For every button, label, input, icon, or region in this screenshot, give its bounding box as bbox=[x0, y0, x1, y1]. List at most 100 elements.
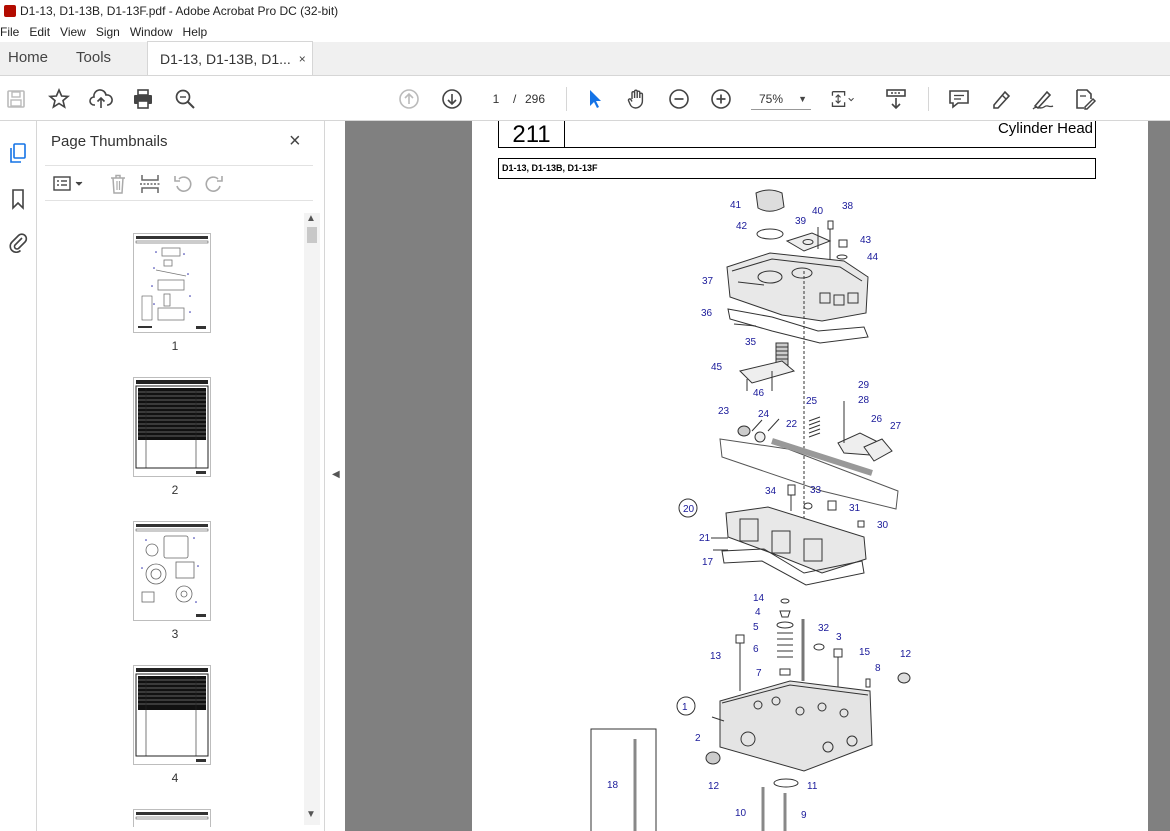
section-number: 211 bbox=[499, 121, 565, 148]
part-callout-number: 24 bbox=[758, 409, 770, 420]
sign-icon[interactable] bbox=[1030, 86, 1056, 112]
tab-document[interactable]: D1-13, D1-13B, D1... × bbox=[147, 41, 313, 75]
page-thumbnail[interactable] bbox=[133, 521, 211, 621]
part-callout-number: 21 bbox=[699, 533, 711, 544]
page-fit-icon[interactable] bbox=[830, 86, 856, 112]
upload-cloud-icon[interactable] bbox=[88, 86, 114, 112]
part-callout-number: 23 bbox=[718, 406, 730, 417]
part-callout-number: 6 bbox=[753, 644, 759, 655]
part-callout-number: 41 bbox=[730, 200, 742, 211]
thumbnail-toolbar bbox=[45, 165, 313, 201]
part-callout-number: 33 bbox=[810, 485, 822, 496]
collapse-panel-icon[interactable]: ◀ bbox=[332, 469, 340, 480]
select-arrow-icon[interactable] bbox=[582, 86, 608, 112]
tab-document-label: D1-13, D1-13B, D1... bbox=[160, 50, 291, 67]
part-callout-number: 34 bbox=[765, 486, 777, 497]
menu-file[interactable]: File bbox=[0, 25, 24, 39]
zoom-out-icon[interactable] bbox=[666, 86, 692, 112]
page-header: 211 Cylinder Head bbox=[498, 121, 1096, 148]
close-panel-icon[interactable]: × bbox=[289, 130, 301, 153]
menu-edit[interactable]: Edit bbox=[24, 25, 55, 39]
rotate-left-icon[interactable] bbox=[171, 172, 195, 196]
scroll-up-icon[interactable]: ▲ bbox=[306, 213, 316, 224]
edit-pdf-icon[interactable] bbox=[1072, 86, 1098, 112]
part-callout-number: 12 bbox=[708, 781, 720, 792]
model-list: D1-13, D1-13B, D1-13F bbox=[498, 158, 1096, 179]
pdf-page: 211 Cylinder Head D1-13, D1-13B, D1-13F bbox=[472, 121, 1148, 831]
part-callout-number: 20 bbox=[683, 504, 695, 515]
cylinder-head-diagram: 41 42 39 40 38 43 44 37 36 35 45 46 29 2… bbox=[590, 189, 912, 831]
part-callout-number: 9 bbox=[801, 810, 807, 821]
tab-tools[interactable]: Tools bbox=[62, 41, 147, 75]
part-callout-number: 22 bbox=[786, 419, 798, 430]
hand-icon[interactable] bbox=[624, 86, 650, 112]
page-thumbnail[interactable] bbox=[133, 665, 211, 765]
part-callout-number: 17 bbox=[702, 557, 714, 568]
menu-view[interactable]: View bbox=[55, 25, 91, 39]
delete-page-icon[interactable] bbox=[106, 172, 130, 196]
insert-page-icon[interactable] bbox=[138, 172, 162, 196]
tab-home[interactable]: Home bbox=[0, 41, 62, 75]
toolbar-divider bbox=[928, 87, 929, 111]
scroll-down-icon[interactable]: ▼ bbox=[306, 809, 316, 820]
bookmark-star-icon[interactable] bbox=[46, 86, 72, 112]
thumbnail-page-number: 3 bbox=[171, 627, 179, 641]
print-icon[interactable] bbox=[130, 86, 156, 112]
menu-sign[interactable]: Sign bbox=[91, 25, 125, 39]
close-tab-icon[interactable]: × bbox=[299, 52, 306, 66]
menu-help[interactable]: Help bbox=[178, 25, 213, 39]
panel-title: Page Thumbnails bbox=[51, 133, 168, 150]
scrollbar-thumb[interactable] bbox=[307, 227, 317, 243]
page-thumbnails-icon[interactable] bbox=[5, 140, 31, 166]
part-callout-number: 15 bbox=[859, 647, 871, 658]
document-view[interactable]: 211 Cylinder Head D1-13, D1-13B, D1-13F bbox=[345, 121, 1170, 831]
menu-window[interactable]: Window bbox=[125, 25, 178, 39]
thumbnail-scrollbar[interactable]: ▲ ▼ bbox=[304, 213, 320, 825]
zoom-level-select[interactable]: 75% ▼ bbox=[751, 88, 811, 110]
save-icon[interactable] bbox=[3, 86, 29, 112]
scroll-mode-icon[interactable] bbox=[883, 86, 909, 112]
part-callout-number: 10 bbox=[735, 808, 747, 819]
highlight-icon[interactable] bbox=[988, 86, 1014, 112]
page-thumbnails-panel: Page Thumbnails × 1 2 3 4 ▲ ▼ bbox=[37, 121, 325, 831]
attachments-icon[interactable] bbox=[5, 229, 31, 255]
part-callout-number: 25 bbox=[806, 396, 818, 407]
title-bar: D1-13, D1-13B, D1-13F.pdf - Adobe Acroba… bbox=[0, 0, 1170, 22]
part-callout-number: 39 bbox=[795, 216, 807, 227]
page-thumbnail[interactable] bbox=[133, 377, 211, 477]
comment-icon[interactable] bbox=[946, 86, 972, 112]
main-toolbar: 1 / 296 75% ▼ bbox=[0, 77, 1170, 121]
menu-bar: File Edit View Sign Window Help bbox=[0, 22, 1170, 42]
search-zoom-icon[interactable] bbox=[172, 86, 198, 112]
part-callout-number: 18 bbox=[607, 780, 619, 791]
thumbnail-page-number: 2 bbox=[171, 483, 179, 497]
part-callout-number: 36 bbox=[701, 308, 713, 319]
part-callout-number: 29 bbox=[858, 380, 870, 391]
bookmarks-icon[interactable] bbox=[5, 186, 31, 212]
part-callout-number: 30 bbox=[877, 520, 889, 531]
zoom-in-icon[interactable] bbox=[708, 86, 734, 112]
thumbnail-page-number: 4 bbox=[171, 771, 179, 785]
total-pages: 296 bbox=[525, 92, 546, 106]
section-title: Cylinder Head bbox=[997, 121, 1093, 137]
page-thumbnail[interactable] bbox=[133, 233, 211, 333]
chevron-down-icon: ▼ bbox=[798, 94, 807, 104]
part-callout-number: 28 bbox=[858, 395, 870, 406]
current-page-input[interactable]: 1 bbox=[481, 88, 511, 110]
part-callout-number: 13 bbox=[710, 651, 722, 662]
window-title: D1-13, D1-13B, D1-13F.pdf - Adobe Acroba… bbox=[20, 4, 339, 18]
page-up-icon[interactable] bbox=[396, 86, 422, 112]
page-down-icon[interactable] bbox=[439, 86, 465, 112]
rotate-right-icon[interactable] bbox=[202, 172, 226, 196]
part-callout-number: 37 bbox=[702, 276, 714, 287]
thumbnail-options-icon[interactable] bbox=[51, 172, 87, 196]
page-separator: / bbox=[513, 92, 517, 106]
part-callout-number: 27 bbox=[890, 421, 902, 432]
part-callout-number: 4 bbox=[755, 607, 761, 618]
tab-bar: Home Tools D1-13, D1-13B, D1... × bbox=[0, 41, 1170, 76]
part-callout-number: 3 bbox=[836, 632, 842, 643]
part-callout-number: 44 bbox=[867, 252, 879, 263]
page-thumbnail[interactable] bbox=[133, 809, 211, 827]
acrobat-logo-icon bbox=[4, 5, 16, 17]
part-callout-number: 40 bbox=[812, 206, 824, 217]
